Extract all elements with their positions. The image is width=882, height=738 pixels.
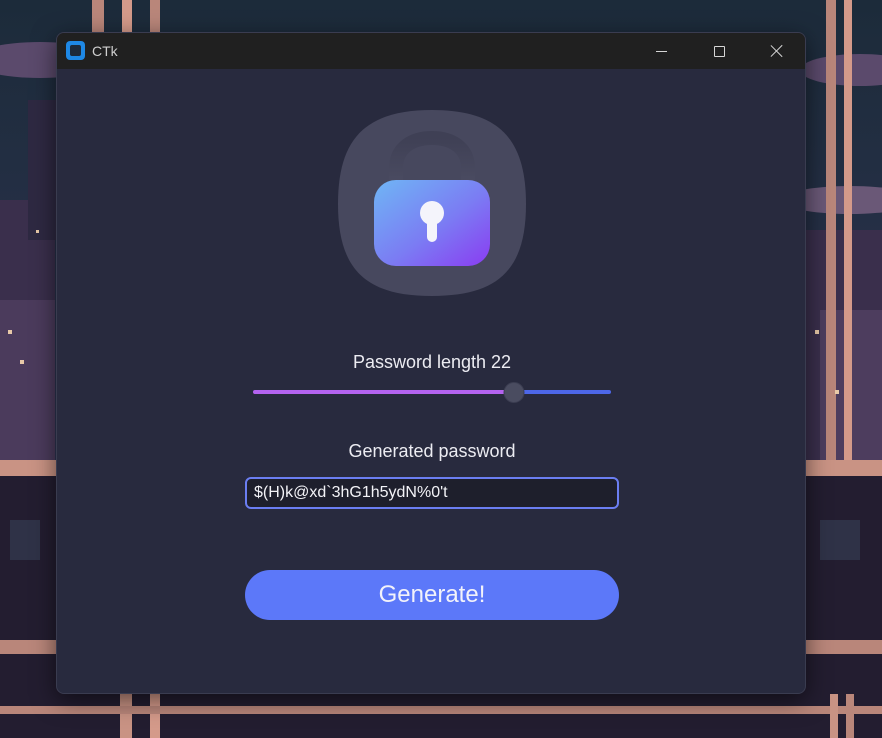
padlock-icon — [338, 108, 526, 298]
close-button[interactable] — [748, 33, 805, 69]
password-length-label: Password length 22 — [352, 352, 512, 372]
generated-password-field[interactable] — [245, 477, 619, 509]
generate-button[interactable]: Generate! — [245, 570, 619, 620]
maximize-icon — [713, 45, 725, 57]
app-window: CTk Password length 22 Generated passwor… — [56, 32, 806, 694]
window-title: CTk — [92, 43, 118, 59]
maximize-button[interactable] — [690, 33, 748, 69]
generated-password-label: Generated password — [348, 441, 516, 461]
close-icon — [770, 44, 784, 58]
slider-track-remaining — [514, 390, 611, 394]
title-bar[interactable]: CTk — [57, 33, 805, 69]
minimize-icon — [655, 50, 667, 52]
ctk-app-icon — [66, 41, 85, 60]
password-length-slider[interactable] — [253, 382, 611, 403]
slider-track-filled — [253, 390, 515, 394]
slider-thumb[interactable] — [503, 382, 525, 403]
minimize-button[interactable] — [632, 33, 690, 69]
